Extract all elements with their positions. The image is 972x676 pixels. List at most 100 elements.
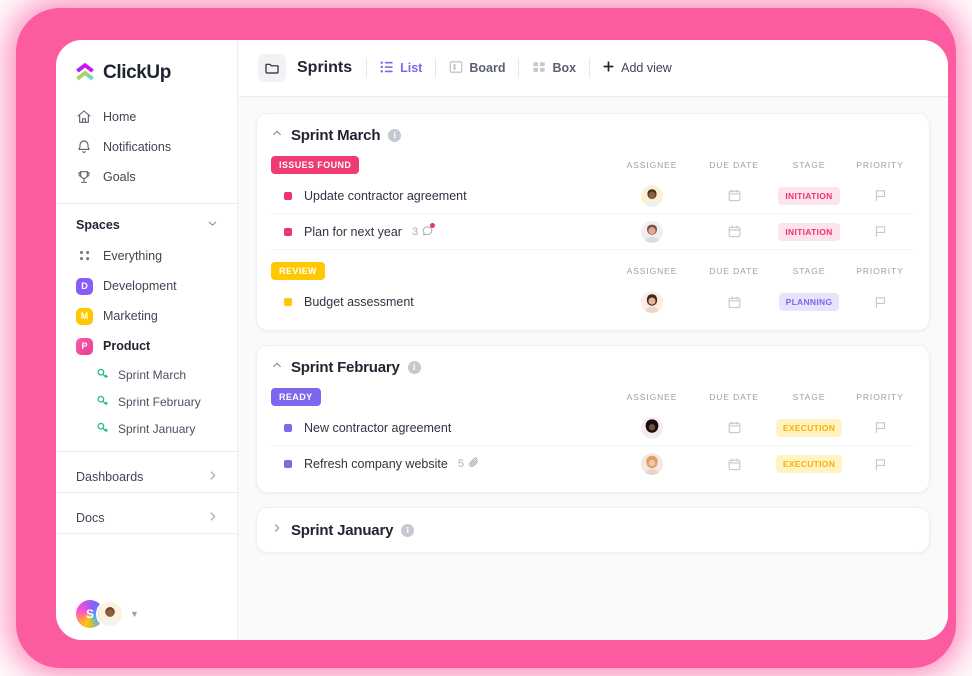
flag-icon	[875, 296, 885, 308]
sidebar-item-sprint-february[interactable]: Sprint February	[56, 388, 237, 415]
assignee-avatar[interactable]	[609, 416, 695, 439]
due-date-cell[interactable]	[695, 188, 773, 203]
brand-logo[interactable]: ClickUp	[56, 40, 237, 100]
main-area: Sprints List Board Box Add view Sprint M…	[238, 40, 948, 640]
group-header-ready: READY ASSIGNEE DUE DATE STAGE PRIORITY	[271, 384, 915, 410]
task-name: Refresh company website	[304, 457, 448, 471]
tab-list[interactable]: List	[367, 54, 435, 82]
sidebar-item-label: Notifications	[103, 140, 172, 154]
folder-icon[interactable]	[258, 54, 286, 82]
stage-cell[interactable]: INITIATION	[773, 186, 845, 205]
plus-icon	[602, 60, 615, 76]
sprint-card-january[interactable]: Sprint January i	[256, 507, 930, 553]
sidebar-item-development[interactable]: D Development	[56, 271, 237, 301]
topbar: Sprints List Board Box Add view	[238, 40, 948, 97]
stage-cell[interactable]: PLANNING	[773, 293, 845, 311]
stage-badge: EXECUTION	[775, 418, 843, 437]
stage-badge: EXECUTION	[775, 455, 843, 473]
table-row[interactable]: Update contractor agreement INITIATION	[271, 178, 915, 214]
sprint-card-march: Sprint March i ISSUES FOUND ASSIGNEE DUE…	[256, 113, 930, 331]
chevron-right-icon[interactable]	[271, 521, 283, 539]
row-cells: PLANNING	[609, 291, 915, 313]
info-icon[interactable]: i	[401, 523, 415, 537]
sidebar-item-product[interactable]: P Product	[56, 331, 237, 361]
sidebar-item-label: Marketing	[103, 309, 158, 323]
sidebar-item-label: Product	[103, 339, 151, 353]
table-row[interactable]: New contractor agreement EXECUTION	[271, 410, 915, 446]
card-header[interactable]: Sprint January i	[271, 521, 915, 539]
sidebar-item-everything[interactable]: Everything	[56, 241, 237, 271]
box-view-icon	[532, 60, 546, 77]
status-badge[interactable]: ISSUES FOUND	[271, 156, 360, 174]
spaces-header[interactable]: Spaces	[56, 204, 237, 241]
comment-count: 3	[411, 225, 419, 238]
table-row[interactable]: Plan for next year 3 INITIATION	[271, 214, 915, 250]
status-badge[interactable]: REVIEW	[271, 262, 325, 280]
assignee-avatar[interactable]	[609, 453, 695, 475]
chevron-down-icon[interactable]	[206, 217, 219, 233]
priority-cell[interactable]	[845, 295, 915, 310]
task-meta[interactable]: 3	[411, 222, 436, 240]
chevron-up-icon[interactable]	[271, 358, 283, 376]
priority-cell[interactable]	[845, 224, 915, 239]
board-canvas: Sprint March i ISSUES FOUND ASSIGNEE DUE…	[238, 97, 948, 640]
page-title: Sprints	[297, 59, 353, 76]
assignee-avatar[interactable]	[609, 184, 695, 207]
sidebar-item-home[interactable]: Home	[56, 102, 237, 132]
chevron-right-icon	[206, 469, 219, 485]
info-icon[interactable]: i	[388, 128, 402, 142]
task-color-dot	[284, 423, 292, 432]
due-date-cell[interactable]	[695, 295, 773, 310]
user-avatar[interactable]	[96, 600, 124, 628]
due-date-cell[interactable]	[695, 420, 773, 435]
card-header[interactable]: Sprint March i	[271, 126, 915, 144]
priority-cell[interactable]	[845, 420, 915, 435]
tab-board[interactable]: Board	[436, 54, 518, 82]
sidebar-item-label: Sprint January	[118, 421, 196, 436]
column-headers: ASSIGNEE DUE DATE STAGE PRIORITY	[609, 160, 915, 170]
priority-cell[interactable]	[845, 188, 915, 203]
stage-cell[interactable]: EXECUTION	[773, 455, 845, 473]
assignee-avatar[interactable]	[609, 291, 695, 313]
calendar-icon	[728, 225, 740, 238]
calendar-icon	[728, 421, 740, 434]
assignee-avatar[interactable]	[609, 220, 695, 243]
sidebar-item-sprint-january[interactable]: Sprint January	[56, 415, 237, 442]
stage-badge: INITIATION	[778, 222, 840, 241]
column-header-stage: STAGE	[792, 160, 826, 170]
stage-cell[interactable]: INITIATION	[773, 222, 845, 241]
due-date-cell[interactable]	[695, 457, 773, 472]
sidebar-item-notifications[interactable]: Notifications	[56, 132, 237, 162]
sidebar-item-docs[interactable]: Docs	[56, 493, 237, 533]
sidebar-item-dashboards[interactable]: Dashboards	[56, 452, 237, 492]
card-header[interactable]: Sprint February i	[271, 358, 915, 376]
info-icon[interactable]: i	[407, 360, 421, 374]
stage-cell[interactable]: EXECUTION	[773, 418, 845, 437]
sprint-title: Sprint January	[291, 521, 394, 539]
task-meta[interactable]: 5	[458, 456, 480, 472]
status-badge[interactable]: READY	[271, 388, 321, 406]
sidebar-item-marketing[interactable]: M Marketing	[56, 301, 237, 331]
chevron-up-icon[interactable]	[271, 126, 283, 144]
sidebar-item-goals[interactable]: Goals	[56, 162, 237, 192]
column-headers: ASSIGNEE DUE DATE STAGE PRIORITY	[609, 266, 915, 276]
column-header-due-date: DUE DATE	[709, 266, 759, 276]
table-row[interactable]: Refresh company website 5 EXECUTION	[271, 446, 915, 482]
add-view-button[interactable]: Add view	[590, 54, 684, 82]
chevron-down-icon[interactable]: ▼	[130, 609, 139, 619]
sidebar-item-label: Development	[103, 279, 177, 293]
task-name: Update contractor agreement	[304, 188, 467, 203]
space-badge: M	[76, 307, 93, 325]
home-icon	[76, 109, 92, 125]
table-row[interactable]: Budget assessment PLANNING	[271, 284, 915, 320]
priority-cell[interactable]	[845, 457, 915, 472]
task-color-dot	[284, 191, 292, 200]
sidebar: ClickUp Home Notifications Goals Spaces …	[56, 40, 238, 640]
comment-icon	[421, 222, 436, 240]
calendar-icon	[728, 296, 740, 308]
due-date-cell[interactable]	[695, 224, 773, 239]
sidebar-item-label: Goals	[103, 170, 136, 184]
brand-name: ClickUp	[103, 62, 171, 83]
sidebar-item-sprint-march[interactable]: Sprint March	[56, 361, 237, 388]
tab-box[interactable]: Box	[519, 54, 589, 82]
